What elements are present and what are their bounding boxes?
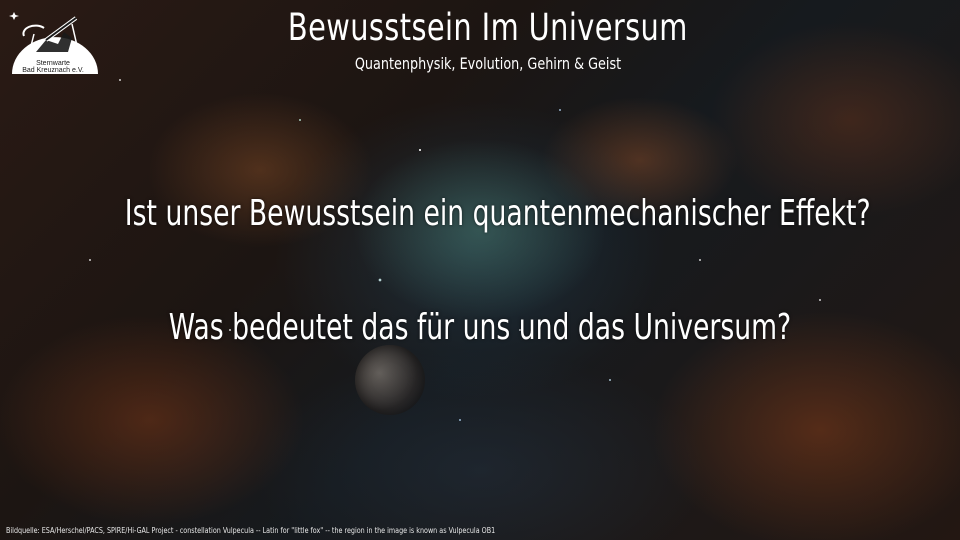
image-credit: Bildquelle: ESA/Herschel/PACS, SPIRE/Hi-… [6,526,496,535]
slide-subtitle: Quantenphysik, Evolution, Gehirn & Geist [354,54,622,73]
question-2: Was bedeutet das für uns und das Univers… [168,307,792,348]
slide-background [0,0,960,540]
planet-image [355,345,425,415]
question-1: Ist unser Bewusstsein ein quantenmechani… [124,193,871,234]
slide-title: Bewusstsein Im Universum [287,6,688,49]
star-field [0,0,960,540]
logo-text-line2: Bad Kreuznach e.V. [22,67,84,74]
observatory-logo: Sternwarte Bad Kreuznach e.V. [6,4,100,76]
